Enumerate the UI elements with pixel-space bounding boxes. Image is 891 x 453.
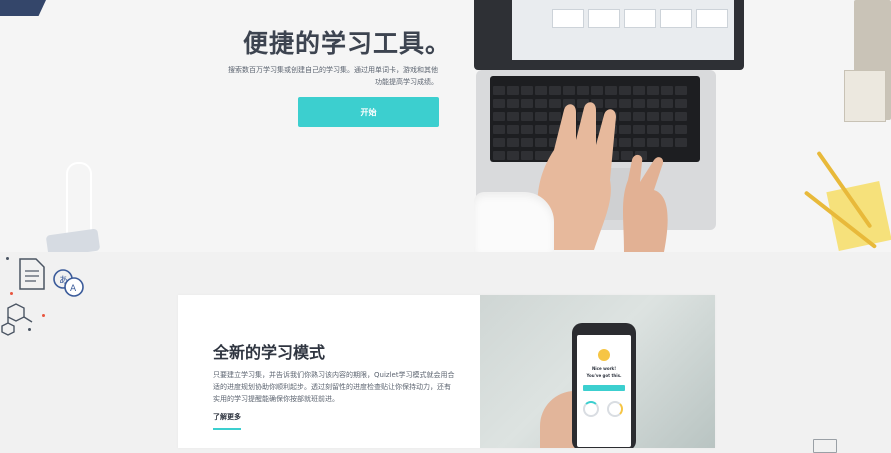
feature-card: 全新的学习模式 只要建立学习集，并告诉我们你熟习该内容的期限，Quizlet学习… bbox=[178, 295, 715, 448]
document-icon bbox=[19, 258, 45, 290]
learn-more-link[interactable]: 了解更多 bbox=[213, 412, 241, 430]
smile-emoji-icon bbox=[598, 349, 610, 361]
hero-title: 便捷的学习工具。 bbox=[243, 29, 452, 58]
shirt-sleeve bbox=[474, 192, 554, 252]
books-decoration bbox=[838, 0, 891, 140]
phone-screen-line2: You've got this. bbox=[586, 373, 622, 378]
phone-screen-line1: Nice work! bbox=[591, 366, 617, 371]
phone-continue-button bbox=[583, 385, 625, 391]
progress-ring bbox=[607, 401, 623, 417]
laptop-screen bbox=[474, 0, 744, 70]
progress-ring bbox=[583, 401, 599, 417]
start-button[interactable]: 开始 bbox=[298, 97, 439, 127]
phone-photo: Nice work! You've got this. bbox=[480, 295, 715, 448]
translate-icon: あ A bbox=[53, 269, 84, 297]
phone-decoration bbox=[45, 228, 101, 252]
phone: Nice work! You've got this. bbox=[572, 323, 636, 448]
svg-text:あ: あ bbox=[59, 275, 68, 286]
laptop-illustration bbox=[474, 0, 754, 252]
hero-section: 便捷的学习工具。 搜索数百万学习集或创建自己的学习集。通过用单词卡，游戏和其他功… bbox=[0, 0, 891, 252]
phone-screen: Nice work! You've got this. bbox=[577, 335, 631, 447]
hero-subtitle: 搜索数百万学习集或创建自己的学习集。通过用单词卡，游戏和其他功能提高学习成绩。 bbox=[228, 66, 438, 86]
feature-description: 只要建立学习集，并告诉我们你熟习该内容的期限，Quizlet学习模式就会用合适的… bbox=[213, 371, 455, 403]
notebook-decoration bbox=[0, 0, 46, 16]
svg-text:A: A bbox=[70, 284, 77, 294]
chart-icon bbox=[813, 439, 837, 453]
feature-title: 全新的学习模式 bbox=[213, 343, 326, 362]
molecule-icon bbox=[1, 303, 33, 336]
